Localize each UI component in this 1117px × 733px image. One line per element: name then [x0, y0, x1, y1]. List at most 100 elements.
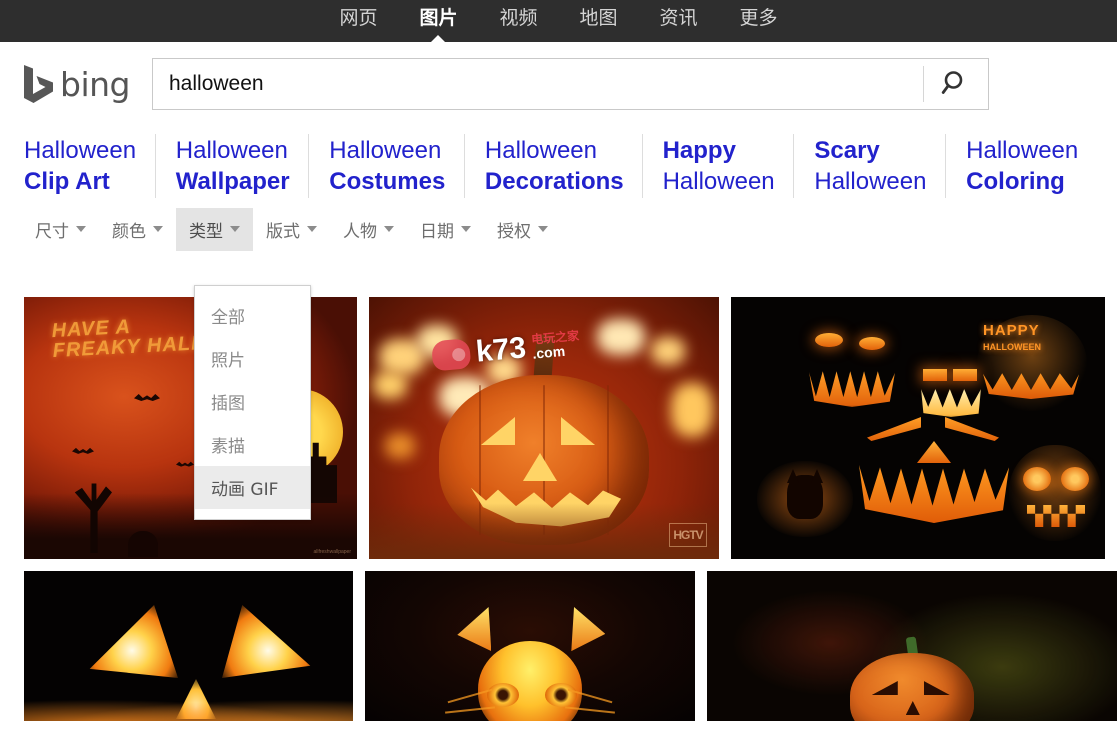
carved-teeth: [859, 465, 1009, 523]
related-search-coloring[interactable]: Halloween Coloring: [966, 134, 1097, 198]
related-line-2: Costumes: [329, 168, 446, 195]
bat-silhouette: [72, 447, 94, 454]
active-tab-pointer-icon: [429, 35, 448, 44]
skull-eye-right: [1061, 467, 1089, 491]
pumpkin-fog-thumbnail[interactable]: [706, 571, 1117, 721]
related-line-1: Scary: [814, 137, 880, 164]
dropdown-item-illustration[interactable]: 插图: [195, 380, 310, 423]
related-search-wallpaper[interactable]: Halloween Wallpaper: [176, 134, 310, 198]
related-search-happy-halloween[interactable]: Happy Halloween: [663, 134, 795, 198]
pumpkin-eye-left: [481, 417, 515, 445]
carved-nose: [917, 441, 951, 463]
filter-date[interactable]: 日期: [407, 208, 484, 251]
chevron-down-icon: [384, 226, 394, 232]
related-search-decorations[interactable]: Halloween Decorations: [485, 134, 643, 198]
dropdown-item-animated-gif[interactable]: 动画 GIF: [195, 466, 310, 509]
carved-text-line-1: HAPPY: [983, 322, 1040, 339]
filter-layout[interactable]: 版式: [253, 208, 330, 251]
top-nav-item-web[interactable]: 网页: [339, 7, 377, 29]
bing-logo[interactable]: bing: [22, 63, 150, 105]
filter-color[interactable]: 颜色: [99, 208, 176, 251]
related-search-scary-halloween[interactable]: Scary Halloween: [814, 134, 947, 198]
carved-eye: [953, 369, 977, 381]
search-submit-button[interactable]: [924, 59, 988, 109]
chevron-down-icon: [307, 226, 317, 232]
cat-pumpkin-thumbnail[interactable]: [365, 571, 695, 721]
bokeh-light: [385, 433, 415, 459]
chevron-down-icon: [461, 226, 471, 232]
dropdown-item-sketch[interactable]: 素描: [195, 423, 310, 466]
top-nav-item-videos[interactable]: 视频: [499, 7, 537, 29]
dropdown-item-all[interactable]: 全部: [195, 294, 310, 337]
chevron-down-icon: [153, 226, 163, 232]
bokeh-light: [671, 383, 713, 437]
related-line-1: Halloween: [484, 137, 597, 164]
related-line-2: Decorations: [484, 168, 624, 195]
related-search-costumes[interactable]: Halloween Costumes: [329, 134, 465, 198]
filter-license-label: 授权: [497, 221, 531, 242]
filter-date-label: 日期: [420, 221, 454, 242]
filter-type-label: 类型: [189, 221, 223, 242]
hgtv-corner-logo: HGTV: [669, 523, 707, 547]
pumpkin-body: [849, 653, 974, 721]
cat-face-glow: [477, 641, 582, 721]
glowing-jack-o-lantern-thumbnail[interactable]: k73 电玩之家 .com HGTV: [369, 297, 719, 559]
carved-eyebrow-left: [867, 417, 921, 441]
chevron-down-icon: [76, 226, 86, 232]
carved-text-line-2: HALLOWEEN: [983, 342, 1041, 352]
skull-carved-pumpkin: [1009, 445, 1101, 541]
related-line-2: Halloween: [814, 168, 927, 195]
tombstone-silhouette: [128, 531, 158, 557]
glowing-eye-left: [89, 605, 178, 678]
top-navigation-bar: 网页 图片 视频 地图 资讯 更多: [0, 0, 1117, 44]
filter-layout-label: 版式: [266, 221, 300, 242]
carved-teeth: [809, 371, 895, 407]
filter-bar: 尺寸 颜色 类型 版式 人物 日期 授权: [0, 207, 1117, 251]
chevron-down-icon: [538, 226, 548, 232]
top-nav-item-maps[interactable]: 地图: [580, 7, 618, 29]
image-results-row-2: [24, 571, 1117, 721]
top-nav-item-news[interactable]: 资讯: [660, 7, 698, 29]
filter-people[interactable]: 人物: [330, 208, 407, 251]
search-header: bing: [0, 42, 1117, 126]
filter-type[interactable]: 类型: [176, 207, 253, 251]
image-results-grid: HAVE A FREAKY HALLOWEEN allfreshwallpaper: [24, 297, 1117, 733]
pumpkin-nose: [523, 453, 557, 481]
related-line-1: Halloween: [966, 137, 1079, 164]
search-icon: [941, 68, 971, 101]
dropdown-item-photo[interactable]: 照片: [195, 337, 310, 380]
related-line-2: Coloring: [966, 168, 1065, 195]
floor-gradient: [369, 503, 719, 559]
bat-silhouette: [134, 394, 160, 402]
bokeh-light: [651, 337, 685, 365]
search-box: [152, 58, 989, 110]
related-search-clip-art[interactable]: Halloween Clip Art: [24, 134, 156, 198]
type-filter-dropdown-menu: 全部 照片 插图 素描 动画 GIF: [194, 285, 311, 520]
related-line-1: Happy: [662, 137, 736, 164]
top-nav-item-more[interactable]: 更多: [740, 7, 778, 29]
pumpkin-nose: [905, 701, 920, 715]
pumpkin-eye-left: [871, 681, 898, 695]
top-nav-item-images[interactable]: 图片: [419, 7, 458, 44]
pumpkin-group-thumbnail[interactable]: HAPPY HALLOWEEN: [731, 297, 1105, 559]
related-line-1: Halloween: [329, 137, 442, 164]
filter-size[interactable]: 尺寸: [22, 208, 99, 251]
bing-logo-text: bing: [60, 64, 130, 104]
related-searches-bar: Halloween Clip Art Halloween Wallpaper H…: [0, 126, 1117, 208]
carved-eye: [815, 333, 843, 347]
carved-eyebrow-right: [945, 417, 999, 441]
watermark-domain: .com: [531, 342, 566, 362]
filter-size-label: 尺寸: [35, 221, 69, 242]
top-nav-items: 网页 图片 视频 地图 资讯 更多: [339, 0, 778, 44]
filter-color-label: 颜色: [112, 221, 146, 242]
carved-teeth: [921, 389, 981, 417]
filter-license[interactable]: 授权: [484, 208, 561, 251]
glowing-eyes-thumbnail[interactable]: [24, 571, 354, 721]
top-nav-item-images-label: 图片: [419, 7, 458, 29]
related-line-2: Clip Art: [24, 168, 110, 195]
cat-carved-pumpkin: [757, 461, 853, 537]
bing-logo-icon: [22, 63, 56, 105]
skull-eye-left: [1023, 467, 1051, 491]
search-input[interactable]: [153, 59, 923, 109]
image-credit-text: allfreshwallpaper: [313, 549, 351, 555]
